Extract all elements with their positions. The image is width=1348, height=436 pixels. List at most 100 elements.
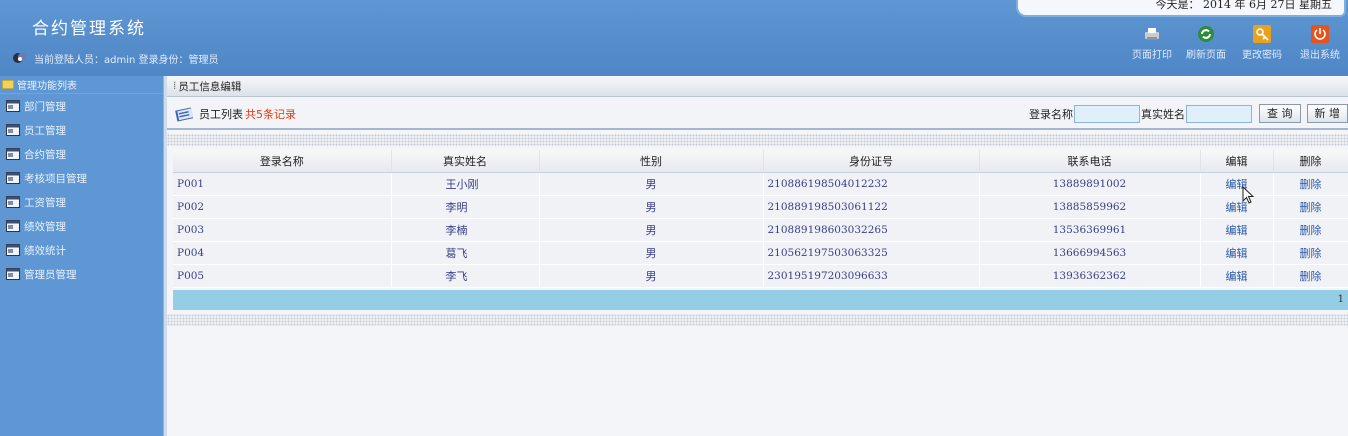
sidebar-item-department[interactable]: 部门管理 [0, 94, 163, 118]
cell-name: 王小刚 [391, 172, 540, 196]
cell-id: 210562197503063325 [763, 241, 980, 265]
sidebar: 管理功能列表 部门管理 员工管理 合约管理 考核项目管理 工资管理 绩效管理 绩… [0, 76, 163, 436]
power-icon [1311, 25, 1329, 43]
add-button[interactable]: 新 增 [1306, 104, 1348, 123]
page-number[interactable]: 1 [1338, 294, 1344, 305]
cell-id: 210889198503061122 [763, 195, 980, 219]
window-icon [6, 268, 20, 280]
table-row[interactable]: P002 李明 男 210889198503061122 13885859962… [173, 195, 1348, 219]
sidebar-item-label: 绩效管理 [24, 220, 66, 233]
column-header[interactable]: 身份证号 [763, 150, 980, 173]
record-count: 共5条记录 [245, 108, 296, 121]
separator-bottom [167, 314, 1348, 326]
logout-button[interactable]: 退出系统 [1300, 24, 1340, 61]
delete-link[interactable]: 删除 [1300, 270, 1322, 283]
list-title: 员工列表 [199, 108, 243, 121]
window-icon [6, 148, 20, 160]
cell-edit: 编辑 [1200, 264, 1274, 288]
cell-delete: 删除 [1273, 218, 1348, 242]
sidebar-item-assessment[interactable]: 考核项目管理 [0, 166, 163, 190]
column-header[interactable]: 联系电话 [979, 150, 1201, 173]
window-icon [6, 220, 20, 232]
app-header: 合约管理系统 当前登陆人员：admin 登录身份：管理员 今天是： 2014 年… [0, 0, 1348, 76]
window-icon [6, 244, 20, 256]
sidebar-item-label: 绩效统计 [24, 244, 66, 257]
sidebar-item-label: 考核项目管理 [24, 172, 87, 185]
cell-edit: 编辑 [1200, 195, 1274, 219]
breadcrumb: ⁞ 员工信息编辑 [167, 76, 1348, 97]
cell-delete: 删除 [1273, 241, 1348, 265]
delete-link[interactable]: 删除 [1300, 224, 1322, 237]
refresh-button[interactable]: 刷新页面 [1186, 24, 1226, 61]
print-label: 页面打印 [1132, 50, 1172, 61]
separator-top [167, 134, 1348, 146]
cell-phone: 13936362362 [979, 264, 1201, 288]
window-icon [6, 100, 20, 112]
cell-name: 葛飞 [391, 241, 540, 265]
change-password-label: 更改密码 [1242, 50, 1282, 61]
sidebar-item-salary[interactable]: 工资管理 [0, 190, 163, 214]
sidebar-item-employee[interactable]: 员工管理 [0, 118, 163, 142]
sidebar-heading[interactable]: 管理功能列表 [0, 76, 163, 94]
query-button[interactable]: 查 询 [1259, 104, 1301, 123]
table-row[interactable]: P004 葛飞 男 210562197503063325 13666994563… [173, 241, 1348, 265]
print-button[interactable]: 页面打印 [1132, 24, 1172, 61]
table-row[interactable]: P005 李飞 男 230195197203096633 13936362362… [173, 264, 1348, 288]
sidebar-heading-label: 管理功能列表 [17, 81, 77, 92]
cell-delete: 删除 [1273, 195, 1348, 219]
sidebar-item-performance[interactable]: 绩效管理 [0, 214, 163, 238]
cell-id: 230195197203096633 [763, 264, 980, 288]
breadcrumb-label: 员工信息编辑 [178, 80, 242, 93]
cell-id: 210889198603032265 [763, 218, 980, 242]
grip-icon: ⁞ [173, 80, 177, 92]
login-name-input[interactable] [1074, 104, 1140, 123]
pagination[interactable]: 1 [173, 290, 1348, 310]
list-icon [175, 107, 194, 122]
cell-sex: 男 [539, 195, 764, 219]
column-header: 编辑 [1200, 150, 1274, 173]
cell-phone: 13885859962 [979, 195, 1201, 219]
real-name-input[interactable] [1186, 104, 1252, 123]
sidebar-item-label: 合约管理 [24, 148, 66, 161]
delete-link[interactable]: 删除 [1300, 178, 1322, 191]
delete-link[interactable]: 删除 [1300, 201, 1322, 214]
sidebar-item-contract[interactable]: 合约管理 [0, 142, 163, 166]
window-icon [6, 124, 20, 136]
list-toolbar: 员工列表 共5条记录 登录名称 真实姓名 查 询 新 增 [167, 100, 1348, 130]
search-bar: 登录名称 真实姓名 查 询 新 增 [1029, 104, 1348, 123]
cell-name: 李飞 [391, 264, 540, 288]
cell-login: P004 [173, 241, 392, 265]
sidebar-item-performance-stats[interactable]: 绩效统计 [0, 238, 163, 262]
cell-sex: 男 [539, 241, 764, 265]
edit-link[interactable]: 编辑 [1226, 270, 1248, 283]
column-header[interactable]: 真实姓名 [391, 150, 540, 173]
cell-sex: 男 [539, 172, 764, 196]
print-icon [1145, 28, 1159, 40]
cell-name: 李楠 [391, 218, 540, 242]
sidebar-item-label: 部门管理 [24, 100, 66, 113]
table-row[interactable]: P001 王小刚 男 210886198504012232 1388989100… [173, 172, 1348, 196]
change-password-button[interactable]: 更改密码 [1242, 24, 1282, 61]
app-title: 合约管理系统 [32, 19, 146, 39]
column-header[interactable]: 性别 [539, 150, 764, 173]
date-display: 今天是： 2014 年 6月 27日 星期五 [1016, 0, 1346, 17]
sidebar-item-admin[interactable]: 管理员管理 [0, 262, 163, 286]
user-info-text: 当前登陆人员：admin 登录身份：管理员 [34, 54, 219, 66]
cell-phone: 13536369961 [979, 218, 1201, 242]
column-header[interactable]: 登录名称 [173, 150, 392, 173]
window-icon [6, 196, 20, 208]
edit-link[interactable]: 编辑 [1226, 224, 1248, 237]
column-header: 删除 [1273, 150, 1348, 173]
cell-delete: 删除 [1273, 264, 1348, 288]
refresh-icon [1198, 26, 1214, 42]
table-header-row: 登录名称 真实姓名 性别 身份证号 联系电话 编辑 删除 [173, 150, 1348, 173]
delete-link[interactable]: 删除 [1300, 247, 1322, 260]
cell-edit: 编辑 [1200, 218, 1274, 242]
user-icon [13, 53, 26, 63]
sidebar-item-label: 工资管理 [24, 196, 66, 209]
cell-login: P002 [173, 195, 392, 219]
real-name-label: 真实姓名 [1141, 107, 1185, 121]
edit-link[interactable]: 编辑 [1226, 247, 1248, 260]
refresh-label: 刷新页面 [1186, 50, 1226, 61]
table-row[interactable]: P003 李楠 男 210889198603032265 13536369961… [173, 218, 1348, 242]
